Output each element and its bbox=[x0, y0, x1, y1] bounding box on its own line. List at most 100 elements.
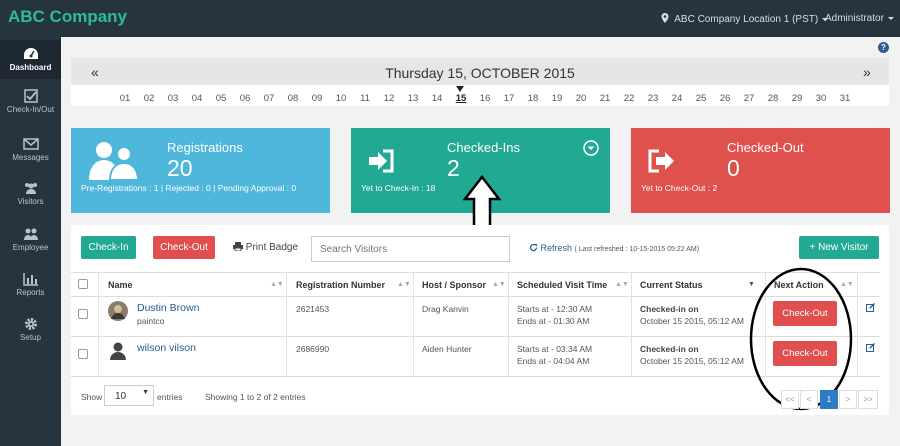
day-09[interactable]: 09 bbox=[309, 93, 325, 104]
select-all-checkbox[interactable] bbox=[78, 279, 88, 289]
user-menu[interactable]: Administrator bbox=[825, 13, 894, 24]
next-page-button[interactable]: > bbox=[839, 390, 857, 409]
location-selector[interactable]: ABC Company Location 1 (PST) bbox=[661, 13, 829, 25]
prev-page-button[interactable]: < bbox=[800, 390, 818, 409]
day-12[interactable]: 12 bbox=[381, 93, 397, 104]
last-refreshed-text: ( Last refreshed : 10-15-2015 05:22 AM) bbox=[574, 246, 700, 253]
next-month-button[interactable]: » bbox=[863, 64, 871, 80]
day-20[interactable]: 20 bbox=[573, 93, 589, 104]
day-05[interactable]: 05 bbox=[213, 93, 229, 104]
print-badge-button[interactable]: Print Badge bbox=[233, 242, 298, 253]
sidebar-item-label: Check-In/Out bbox=[6, 105, 55, 114]
sidebar-item-label: Visitors bbox=[17, 197, 44, 206]
day-30[interactable]: 30 bbox=[813, 93, 829, 104]
card-title: Checked-Out bbox=[727, 140, 804, 155]
visitor-name-link[interactable]: Dustin Brown bbox=[137, 302, 199, 314]
day-23[interactable]: 23 bbox=[645, 93, 661, 104]
sidebar-item-setup[interactable]: Setup bbox=[0, 317, 61, 342]
day-25[interactable]: 25 bbox=[693, 93, 709, 104]
page-button-current[interactable]: 1 bbox=[820, 390, 838, 409]
sidebar-item-label: Messages bbox=[12, 153, 49, 162]
row-checkbox[interactable] bbox=[78, 309, 88, 319]
day-07[interactable]: 07 bbox=[261, 93, 277, 104]
day-31[interactable]: 31 bbox=[837, 93, 853, 104]
status-text: Checked-in on bbox=[640, 344, 699, 354]
new-visitor-button[interactable]: + New Visitor bbox=[799, 236, 879, 259]
search-input[interactable] bbox=[311, 236, 510, 262]
gear-icon bbox=[24, 318, 37, 330]
day-28[interactable]: 28 bbox=[765, 93, 781, 104]
column-header-status[interactable]: Current Status bbox=[640, 280, 703, 290]
card-subtext: Yet to Check-In : 18 bbox=[361, 183, 436, 193]
day-04[interactable]: 04 bbox=[189, 93, 205, 104]
column-header-name[interactable]: Name bbox=[108, 280, 133, 290]
day-17[interactable]: 17 bbox=[501, 93, 517, 104]
employee-icon bbox=[23, 228, 38, 240]
day-13[interactable]: 13 bbox=[405, 93, 421, 104]
card-title: Checked-Ins bbox=[447, 140, 520, 155]
day-10[interactable]: 10 bbox=[333, 93, 349, 104]
day-14[interactable]: 14 bbox=[429, 93, 445, 104]
day-16[interactable]: 16 bbox=[477, 93, 493, 104]
sidebar-item-reports[interactable]: Reports bbox=[0, 272, 61, 297]
day-26[interactable]: 26 bbox=[717, 93, 733, 104]
selected-day-marker bbox=[456, 86, 464, 92]
refresh-icon bbox=[529, 243, 538, 252]
sort-icon[interactable]: ▲▼ bbox=[397, 281, 411, 288]
status-text: Checked-in on bbox=[640, 304, 699, 314]
entries-select[interactable]: 10 ▼ bbox=[104, 385, 154, 406]
help-icon[interactable]: ? bbox=[878, 42, 889, 53]
check-in-button[interactable]: Check-In bbox=[81, 236, 136, 259]
day-01[interactable]: 01 bbox=[117, 93, 133, 104]
prev-month-button[interactable]: « bbox=[91, 64, 99, 80]
sidebar-item-check-in-out[interactable]: Check-In/Out bbox=[0, 89, 61, 114]
day-27[interactable]: 27 bbox=[741, 93, 757, 104]
sidebar-item-visitors[interactable]: Visitors bbox=[0, 181, 61, 206]
day-19[interactable]: 19 bbox=[549, 93, 565, 104]
day-29[interactable]: 29 bbox=[789, 93, 805, 104]
edit-icon[interactable] bbox=[866, 343, 875, 352]
sidebar-item-employee[interactable]: Employee bbox=[0, 227, 61, 252]
column-header-registration[interactable]: Registration Number bbox=[296, 280, 385, 290]
card-count: 20 bbox=[167, 155, 193, 181]
visit-end: Ends at - 01:30 AM bbox=[517, 316, 590, 326]
day-06[interactable]: 06 bbox=[237, 93, 253, 104]
card-subtext: Yet to Check-Out : 2 bbox=[641, 183, 718, 193]
checked-out-card[interactable]: Checked-Out 0 Yet to Check-Out : 2 bbox=[631, 128, 890, 213]
checkbox-icon bbox=[23, 89, 38, 103]
row-checkbox[interactable] bbox=[78, 349, 88, 359]
column-divider bbox=[413, 272, 414, 376]
day-02[interactable]: 02 bbox=[141, 93, 157, 104]
chevron-down-circle-icon[interactable] bbox=[583, 140, 599, 156]
entries-label: entries bbox=[157, 392, 183, 402]
current-date: Thursday 15, OCTOBER 2015 bbox=[385, 65, 575, 81]
sort-icon[interactable]: ▲▼ bbox=[492, 281, 506, 288]
status-date: October 15 2015, 05:12 AM bbox=[640, 356, 744, 366]
first-page-button[interactable]: << bbox=[781, 390, 799, 409]
sidebar-item-dashboard[interactable]: Dashboard bbox=[0, 40, 61, 79]
day-03[interactable]: 03 bbox=[165, 93, 181, 104]
day-24[interactable]: 24 bbox=[669, 93, 685, 104]
registrations-card[interactable]: Registrations 20 Pre-Registrations : 1 |… bbox=[71, 128, 330, 213]
day-18[interactable]: 18 bbox=[525, 93, 541, 104]
sort-icon[interactable]: ▲▼ bbox=[270, 281, 284, 288]
edit-icon[interactable] bbox=[866, 303, 875, 312]
dashboard-icon bbox=[23, 48, 38, 59]
visitor-name-link[interactable]: wilson vilson bbox=[137, 342, 196, 354]
day-15[interactable]: 15 bbox=[453, 93, 469, 104]
column-header-visit-time[interactable]: Scheduled Visit Time bbox=[517, 280, 607, 290]
show-label: Show bbox=[81, 392, 103, 402]
day-08[interactable]: 08 bbox=[285, 93, 301, 104]
envelope-icon bbox=[22, 138, 39, 150]
refresh-button[interactable]: Refresh ( Last refreshed : 10-15-2015 05… bbox=[529, 243, 699, 253]
last-page-button[interactable]: >> bbox=[858, 390, 878, 409]
card-count: 2 bbox=[447, 155, 460, 181]
day-21[interactable]: 21 bbox=[597, 93, 613, 104]
day-22[interactable]: 22 bbox=[621, 93, 637, 104]
sort-icon[interactable]: ▲▼ bbox=[615, 281, 629, 288]
day-11[interactable]: 11 bbox=[357, 93, 373, 104]
column-header-host[interactable]: Host / Sponsor bbox=[422, 280, 486, 290]
sidebar-item-messages[interactable]: Messages bbox=[0, 137, 61, 162]
app-title: ABC Company bbox=[8, 7, 128, 26]
check-out-button[interactable]: Check-Out bbox=[153, 236, 215, 259]
